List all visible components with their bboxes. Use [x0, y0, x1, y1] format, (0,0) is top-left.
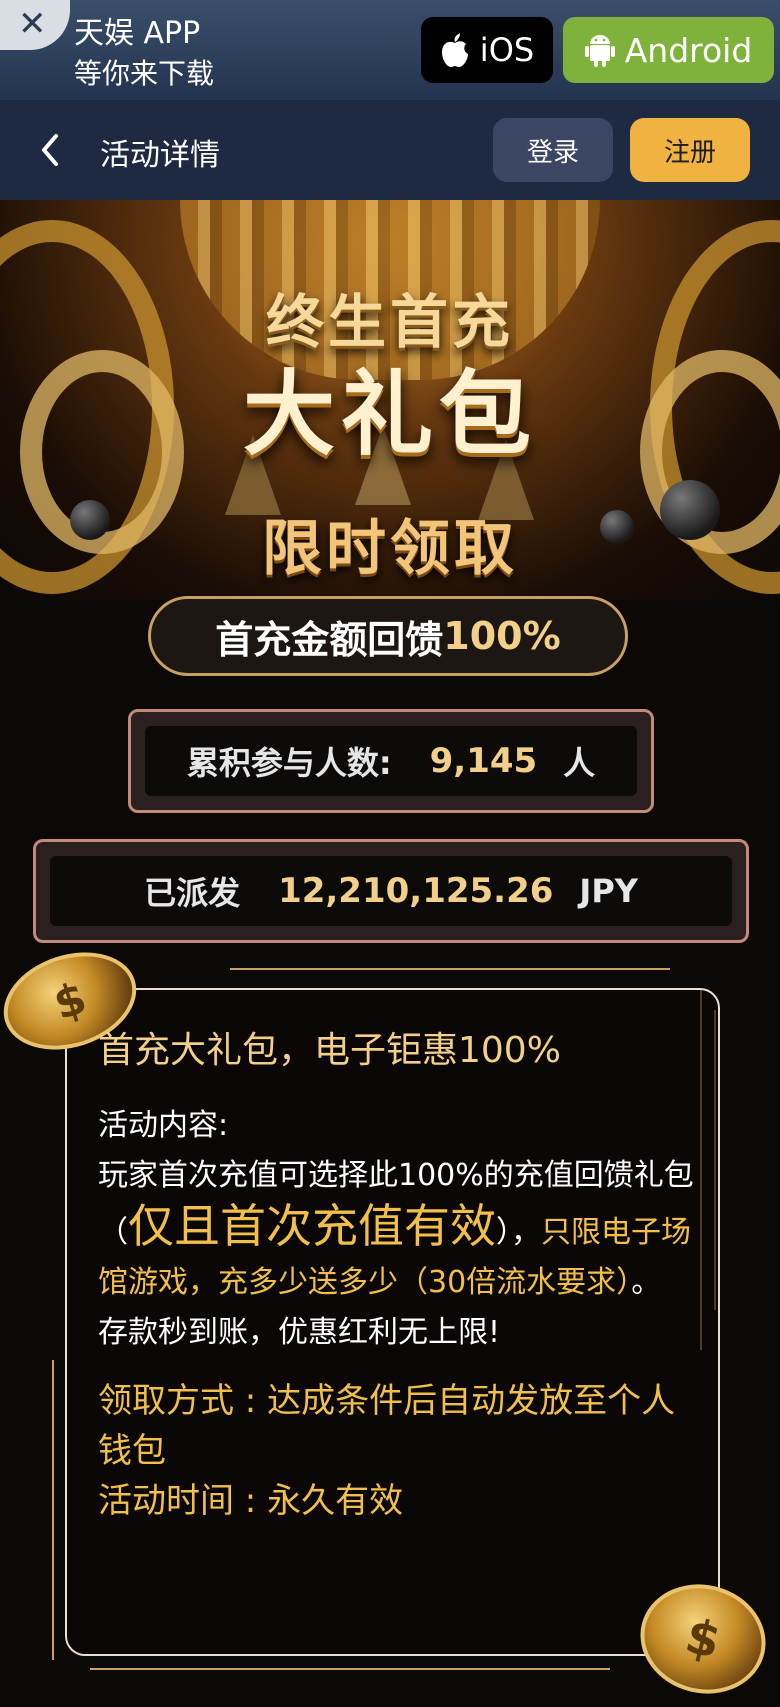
distributed-unit: JPY	[579, 872, 638, 910]
distributed-label: 已派发	[144, 874, 241, 912]
promo-body-text: 。	[631, 1265, 662, 1300]
ios-label: iOS	[479, 31, 535, 69]
distributed-value: 12,210,125.26	[278, 871, 554, 911]
bonus-rate-label: 首充金额回馈	[215, 617, 444, 662]
register-button[interactable]: 注册	[630, 118, 750, 182]
decorative-line	[90, 1668, 610, 1670]
banner-subtitle: 等你来下载	[74, 57, 215, 90]
distributed-stat: 已派发 12,210,125.26 JPY	[33, 839, 749, 943]
participants-value: 9,145	[429, 741, 538, 781]
back-arrow-icon[interactable]	[36, 132, 66, 168]
close-banner-button[interactable]: ✕	[0, 0, 70, 50]
promo-description: 玩家首次充值可选择此100%的充值回馈礼包（仅且首次充值有效），只限电子场馆游戏…	[98, 1151, 698, 1308]
promo-section-label: 活动内容:	[98, 1108, 229, 1143]
login-button[interactable]: 登录	[493, 118, 613, 182]
promo-details-content: 首充大礼包，电子钜惠100% 活动内容: 玩家首次充值可选择此100%的充值回馈…	[98, 1025, 698, 1526]
participants-stat-inner: 累积参与人数: 9,145 人	[145, 726, 637, 796]
page-header: 活动详情 登录 注册	[0, 100, 780, 200]
promo-title: 首充大礼包，电子钜惠100%	[98, 1030, 561, 1071]
promo-highlight-text: 仅且首次充值有效	[128, 1199, 496, 1253]
android-download-button[interactable]: Android	[563, 17, 774, 83]
banner-title: 天娱 APP	[74, 16, 201, 51]
participants-unit: 人	[563, 744, 596, 782]
ios-download-button[interactable]: iOS	[421, 17, 553, 83]
page: ✕ 天娱 APP 等你来下载 iOS Android 活动详情 登录 注册 终生…	[0, 0, 780, 1707]
promo-duration: 活动时间 : 永久有效	[98, 1481, 404, 1521]
promo-hero: 终生首充 大礼包 限时领取	[0, 200, 780, 600]
close-icon[interactable]: ✕	[18, 4, 47, 44]
apple-icon	[441, 33, 468, 67]
participants-label: 累积参与人数:	[186, 744, 392, 782]
android-icon	[584, 35, 615, 67]
app-download-banner: ✕ 天娱 APP 等你来下载 iOS Android	[0, 0, 780, 100]
decorative-line	[230, 968, 670, 970]
android-label: Android	[624, 30, 753, 70]
distributed-stat-inner: 已派发 12,210,125.26 JPY	[50, 856, 732, 926]
promo-claim-method: 领取方式 : 达成条件后自动发放至个人钱包	[98, 1381, 676, 1471]
page-title: 活动详情	[100, 138, 220, 173]
hero-headline-2: 大礼包	[242, 361, 537, 468]
bonus-rate-badge: 首充金额回馈 100%	[148, 596, 628, 676]
bonus-rate-percent: 100%	[443, 614, 561, 658]
promo-deposit-note: 存款秒到账，优惠红利无上限!	[98, 1315, 501, 1350]
hero-headline-3: 限时领取	[262, 514, 518, 584]
participants-stat: 累积参与人数: 9,145 人	[128, 709, 654, 813]
promo-body-text: ），	[496, 1215, 541, 1250]
decorative-line	[52, 1360, 54, 1660]
